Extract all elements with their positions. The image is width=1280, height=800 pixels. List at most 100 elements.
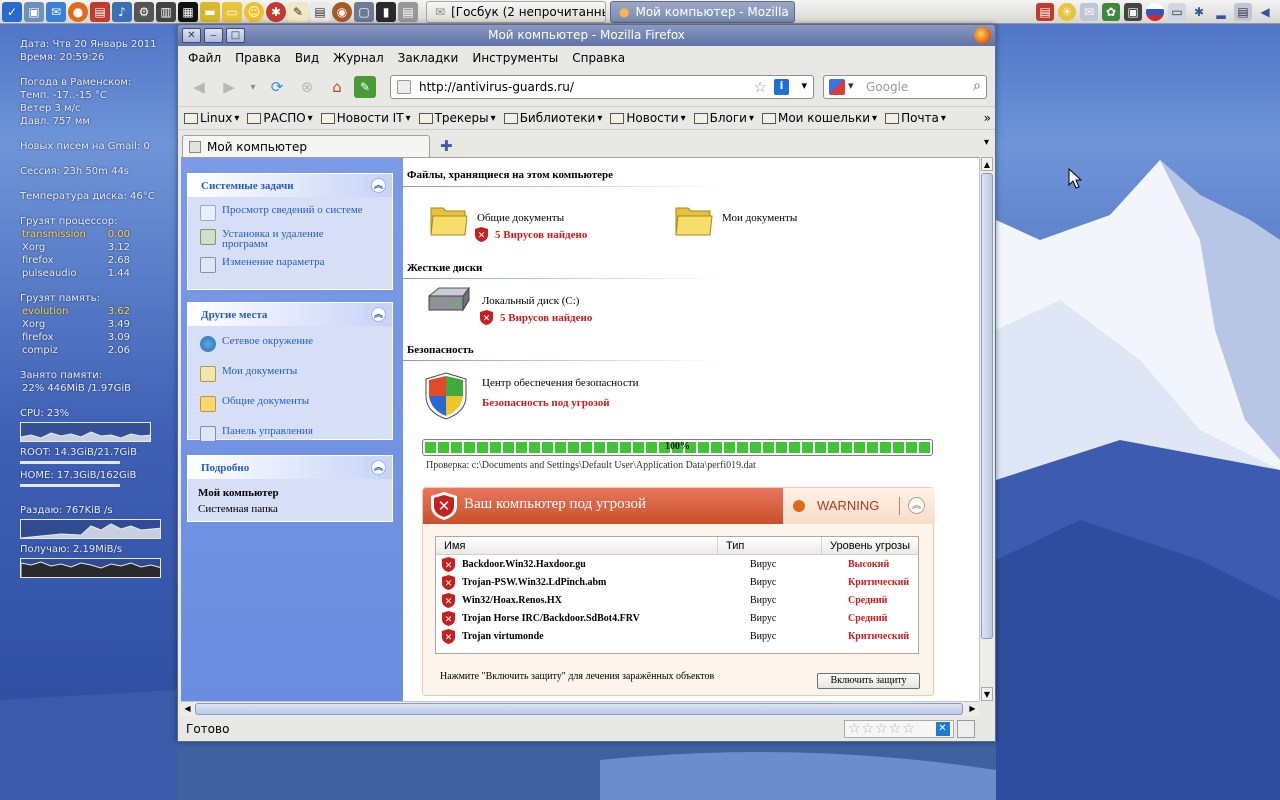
scroll-right-icon[interactable]: ▶ (966, 703, 979, 715)
search-box[interactable]: ▾ Google ⌕ (823, 75, 987, 99)
bookmark-folder[interactable]: Блоги ▾ (693, 111, 754, 125)
search-icon[interactable]: ⌕ (973, 78, 981, 94)
history-dropdown-icon[interactable]: ▾ (246, 74, 260, 100)
shared-documents-link[interactable]: Общие документы (200, 396, 392, 412)
window-titlebar[interactable]: ✕ ‒ □ Мой компьютер - Mozilla Firefox (178, 25, 995, 46)
menu-help[interactable]: Справка (572, 51, 633, 65)
more-bookmarks-icon[interactable]: » (984, 111, 991, 125)
home-button[interactable]: ⌂ (324, 74, 350, 100)
security-center-label[interactable]: Центр обеспечения безопасности (482, 377, 639, 389)
reload-button[interactable]: ⟳ (264, 74, 290, 100)
collapse-icon[interactable]: ︽ (908, 497, 925, 514)
printer-icon[interactable]: ▤ (398, 1, 418, 22)
enable-protection-button[interactable]: Включить защиту (817, 673, 920, 689)
scroll-up-icon[interactable]: ▲ (981, 157, 993, 171)
task-button-firefox[interactable]: ● Мой компьютер - Mozilla ... (610, 0, 795, 23)
shared-docs-label[interactable]: Общие документы (477, 212, 564, 224)
rating-stars[interactable]: ☆☆☆☆☆ ✕ (844, 720, 954, 738)
column-name[interactable]: Имя (436, 537, 718, 554)
text-editor-icon[interactable]: ✎ (288, 1, 308, 22)
collapse-icon[interactable]: ︽ (371, 307, 386, 322)
maximize-button[interactable]: □ (226, 28, 245, 43)
control-panel-link[interactable]: Панель управления (200, 426, 392, 442)
column-level[interactable]: Уровень угрозы (822, 537, 918, 554)
clipboard-icon[interactable]: ▤ (1234, 3, 1252, 21)
list-all-tabs-icon[interactable]: ▾ (984, 137, 989, 148)
tray-mail-icon[interactable]: ✉ (1080, 3, 1098, 21)
security-center-shield-icon[interactable] (425, 372, 467, 420)
menu-bookmarks[interactable]: Закладки (398, 51, 467, 65)
bookmark-folder[interactable]: Новости ▾ (610, 111, 686, 125)
weather-icon[interactable]: ☀ (1058, 3, 1076, 21)
vertical-scrollbar[interactable]: ▲ ▼ (979, 157, 994, 701)
panel-header[interactable]: Подробно ︽ (188, 456, 392, 479)
scrollbar-thumb[interactable] (981, 173, 993, 639)
keyboard-layout-icon[interactable] (1146, 3, 1164, 21)
tray-app-icon[interactable]: ▤ (1036, 3, 1054, 21)
stop-button[interactable]: ⊗ (294, 74, 320, 100)
menu-file[interactable]: Файл (188, 51, 229, 65)
task-button-mail[interactable]: ✉ [Госбук (2 непрочитанны... (426, 0, 606, 23)
documents-icon[interactable]: ▤ (310, 1, 330, 22)
my-docs-folder-icon[interactable] (674, 202, 714, 238)
url-dropdown-icon[interactable]: ▾ (801, 79, 807, 92)
shared-docs-folder-icon[interactable] (429, 202, 469, 238)
settings-icon[interactable]: ⚙ (134, 1, 154, 22)
close-rating-icon[interactable]: ✕ (936, 722, 950, 736)
signal-icon[interactable]: ▂ (1212, 3, 1230, 21)
local-disk-label[interactable]: Локальный диск (C:) (482, 295, 579, 307)
avatar-icon[interactable]: ☺ (244, 1, 264, 22)
show-desktop-icon[interactable]: ▣ (24, 1, 44, 22)
change-setting-link[interactable]: Изменение параметра (200, 257, 392, 273)
monitor-icon[interactable]: ▢ (354, 1, 374, 22)
scroll-left-icon[interactable]: ◀ (181, 703, 194, 715)
new-tab-button[interactable]: ✚ (440, 137, 453, 155)
menu-history[interactable]: Журнал (333, 51, 392, 65)
ball-icon[interactable]: ✱ (266, 1, 286, 22)
evernote-icon[interactable]: ✎ (354, 76, 376, 98)
panel-header[interactable]: Другие места ︽ (188, 303, 392, 326)
tray-app-icon[interactable]: ▬ (200, 1, 220, 22)
bluetooth-icon[interactable]: ✱ (1190, 3, 1208, 21)
info-icon[interactable]: i (774, 79, 789, 95)
menu-edit[interactable]: Правка (235, 51, 289, 65)
forward-button[interactable]: ▶ (216, 74, 242, 100)
panel-header[interactable]: Системные задачи ︽ (188, 174, 392, 197)
bookmark-folder[interactable]: РАСПО ▾ (247, 111, 313, 125)
table-row[interactable]: ✕ Win32/Hoax.Renos.HX Вирус Средний (436, 591, 918, 609)
scroll-down-icon[interactable]: ▼ (981, 687, 993, 701)
close-button[interactable]: ✕ (182, 28, 201, 43)
addon-icon[interactable] (957, 720, 975, 738)
drive-icon[interactable]: ▭ (1168, 3, 1186, 21)
back-button[interactable]: ◀ (186, 74, 212, 100)
collapse-icon[interactable]: ︽ (371, 178, 386, 193)
music-icon[interactable]: ♪ (112, 1, 132, 22)
column-type[interactable]: Тип (718, 537, 822, 554)
add-remove-programs-link[interactable]: Установка и удаление программ (200, 229, 392, 250)
network-icon[interactable]: ✿ (1102, 3, 1120, 21)
bookmark-star-icon[interactable]: ☆ (754, 78, 767, 96)
menu-view[interactable]: Вид (295, 51, 327, 65)
engine-dropdown-icon[interactable]: ▾ (848, 79, 854, 92)
horizontal-scrollbar[interactable]: ◀ ▶ (181, 701, 979, 716)
volume-icon[interactable]: ◀ (1256, 3, 1274, 21)
site-identity-icon[interactable] (397, 80, 411, 94)
table-row[interactable]: ✕ Trojan virtumonde Вирус Критический (436, 627, 918, 645)
mail-icon[interactable]: ✉ (46, 1, 66, 22)
terminal-icon[interactable]: ▥ (156, 1, 176, 22)
bookmark-folder[interactable]: Почта ▾ (885, 111, 946, 125)
scrollbar-thumb[interactable] (195, 703, 963, 715)
table-row[interactable]: ✕ Trojan-PSW.Win32.LdPinch.abm Вирус Крит… (436, 573, 918, 591)
menu-tools[interactable]: Инструменты (472, 51, 566, 65)
bookmark-folder[interactable]: Linux ▾ (184, 111, 239, 125)
google-engine-icon[interactable] (829, 79, 845, 95)
table-row[interactable]: ✕ Backdoor.Win32.Haxdoor.gu Вирус Высокий (436, 555, 918, 573)
hard-drive-icon[interactable] (425, 286, 473, 316)
minimize-button[interactable]: ‒ (204, 28, 223, 43)
url-bar[interactable]: http://antivirus-guards.ru/ ☆ i ▾ (390, 75, 814, 99)
bookmark-folder[interactable]: Библиотеки ▾ (503, 111, 602, 125)
firefox-icon[interactable]: ● (68, 1, 88, 22)
browser-icon[interactable]: ◉ (332, 1, 352, 22)
screen-icon[interactable]: ▣ (1124, 3, 1142, 21)
bookmark-folder[interactable]: Мои кошельки ▾ (761, 111, 877, 125)
